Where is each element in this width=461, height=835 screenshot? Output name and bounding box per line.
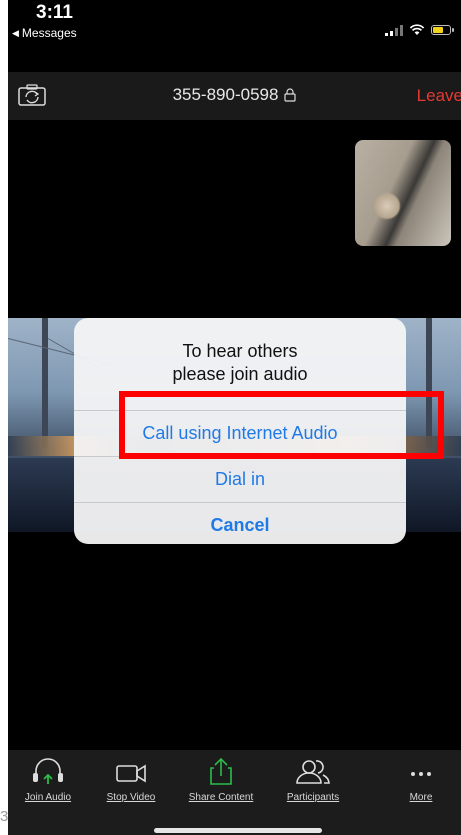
- dialog-title: To hear others please join audio: [74, 318, 406, 384]
- meeting-toolbar: Join Audio Stop Video Share Content Part…: [8, 750, 461, 835]
- join-audio-label: Join Audio: [24, 792, 72, 803]
- system-status-icons: [385, 24, 454, 36]
- cellular-signal-icon: [385, 24, 403, 36]
- more-label: More: [409, 792, 433, 803]
- video-camera-icon: [116, 764, 146, 783]
- share-content-label: Share Content: [188, 792, 254, 803]
- lock-icon: [284, 88, 297, 102]
- join-audio-button[interactable]: Join Audio: [8, 756, 93, 803]
- meeting-id-text: 355-890-0598: [172, 85, 279, 104]
- dialog-title-line-2: please join audio: [172, 364, 308, 384]
- share-upload-icon: [210, 757, 232, 785]
- stop-video-label: Stop Video: [106, 792, 156, 803]
- battery-icon: [431, 25, 454, 35]
- back-label: Messages: [21, 26, 77, 40]
- self-video-thumbnail[interactable]: [355, 140, 451, 246]
- wifi-icon: [409, 24, 425, 35]
- back-to-messages-link[interactable]: ◀ Messages: [12, 26, 77, 40]
- status-bar: 3:11 ◀ Messages: [8, 0, 461, 60]
- dialog-title-line-1: To hear others: [182, 341, 298, 361]
- status-time: 3:11: [36, 2, 73, 23]
- participants-label: Participants: [286, 792, 340, 803]
- meeting-id-display: 355-890-0598: [8, 85, 461, 105]
- back-triangle-icon: ◀: [12, 27, 19, 38]
- dial-in-button[interactable]: Dial in: [74, 456, 406, 502]
- share-content-button[interactable]: Share Content: [176, 756, 266, 803]
- more-button[interactable]: More: [386, 756, 456, 803]
- self-video-light-spot: [373, 192, 401, 220]
- headphones-icon: [33, 758, 63, 784]
- leave-button[interactable]: Leave: [417, 86, 461, 106]
- highlight-annotation-box: [119, 391, 444, 459]
- meeting-header: 355-890-0598 Leave: [8, 72, 461, 120]
- home-indicator[interactable]: [154, 828, 322, 833]
- phone-screen: 3:11 ◀ Messages 355-890-0598 Leave To he…: [8, 0, 461, 835]
- page-number: 3: [0, 808, 9, 825]
- more-dots-icon: [411, 772, 431, 776]
- cancel-button[interactable]: Cancel: [74, 502, 406, 544]
- participants-button[interactable]: Participants: [268, 756, 358, 803]
- participants-icon: [296, 760, 330, 784]
- stop-video-button[interactable]: Stop Video: [86, 756, 176, 803]
